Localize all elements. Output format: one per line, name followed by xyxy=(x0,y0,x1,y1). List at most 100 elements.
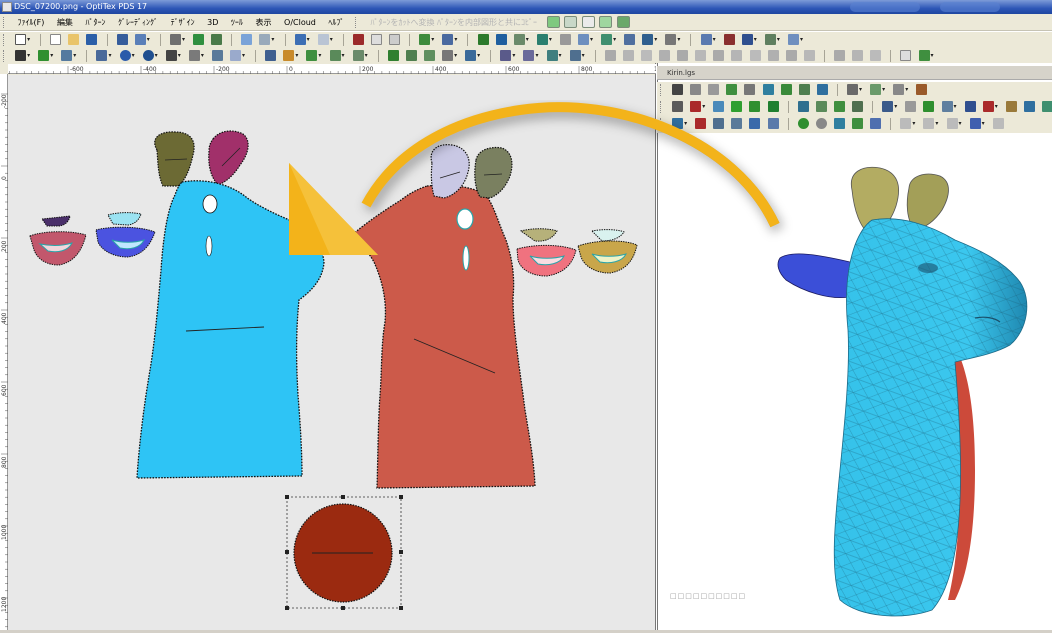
chevron-down-icon[interactable]: ▾ xyxy=(954,101,959,112)
seam-tool-icon[interactable] xyxy=(624,34,636,45)
menu-grip[interactable] xyxy=(3,17,6,28)
convert-pattern-icon[interactable] xyxy=(546,16,560,28)
button-icon[interactable] xyxy=(306,50,318,61)
selection-handle[interactable] xyxy=(341,606,345,610)
selection-handle[interactable] xyxy=(399,550,403,554)
align-icon[interactable] xyxy=(569,50,581,61)
down-arrow-icon[interactable] xyxy=(749,101,761,112)
zoom-fit-icon[interactable] xyxy=(259,34,271,45)
curve-tool-icon[interactable] xyxy=(495,34,507,45)
3d-viewport[interactable] xyxy=(658,133,1052,630)
toolbar-grip[interactable] xyxy=(3,34,6,46)
menu-pattern[interactable]: ﾊﾟﾀｰﾝ xyxy=(80,14,110,30)
chevron-down-icon[interactable]: ▾ xyxy=(477,50,482,61)
chevron-down-icon[interactable]: ▾ xyxy=(108,50,113,61)
toolbar-grip[interactable] xyxy=(660,101,663,113)
grid-k-icon[interactable] xyxy=(785,50,797,61)
menu-tools[interactable]: ﾂｰﾙ xyxy=(226,14,248,30)
stitch-icon[interactable] xyxy=(780,84,792,95)
selection-handle[interactable] xyxy=(399,606,403,610)
disabled-c-icon[interactable] xyxy=(946,118,958,129)
chevron-down-icon[interactable]: ▾ xyxy=(654,34,659,45)
refresh-icon[interactable] xyxy=(387,50,399,61)
grid-n-icon[interactable] xyxy=(852,50,864,61)
gravity-icon[interactable] xyxy=(852,118,864,129)
grid-i-icon[interactable] xyxy=(749,50,761,61)
export-3d-model-icon[interactable] xyxy=(916,84,928,95)
chevron-down-icon[interactable]: ▾ xyxy=(342,50,347,61)
grid-g-icon[interactable] xyxy=(713,50,725,61)
toolbar-grip[interactable] xyxy=(660,84,663,96)
save-icon[interactable] xyxy=(86,34,98,45)
text-icon[interactable] xyxy=(165,50,177,61)
measure-3d-icon[interactable] xyxy=(870,84,882,95)
stop-icon[interactable] xyxy=(690,101,702,112)
left-cyan-small-piece[interactable] xyxy=(107,212,142,226)
material-icon[interactable] xyxy=(852,101,864,112)
chevron-down-icon[interactable]: ▾ xyxy=(677,34,682,45)
line-3d-icon[interactable] xyxy=(672,84,684,95)
notch-tool-icon[interactable] xyxy=(601,34,613,45)
grid-h-icon[interactable] xyxy=(731,50,743,61)
grid-c-icon[interactable] xyxy=(641,50,652,61)
grid-icon[interactable] xyxy=(1041,101,1052,112)
tab-icon[interactable] xyxy=(500,50,512,61)
print-icon[interactable] xyxy=(169,34,181,45)
line-tool-icon[interactable] xyxy=(477,34,489,45)
chevron-down-icon[interactable]: ▾ xyxy=(613,34,618,45)
avatar-icon[interactable] xyxy=(816,84,828,95)
chevron-down-icon[interactable]: ▾ xyxy=(50,50,55,61)
target-icon[interactable] xyxy=(142,50,154,61)
layers-icon[interactable] xyxy=(941,101,953,112)
point-tool-icon[interactable] xyxy=(15,50,27,61)
chevron-down-icon[interactable]: ▾ xyxy=(549,34,554,45)
grid-b-icon[interactable] xyxy=(622,50,634,61)
green-ball-icon[interactable] xyxy=(797,118,809,129)
chevron-down-icon[interactable]: ▾ xyxy=(512,50,517,61)
wave-icon[interactable] xyxy=(230,50,242,61)
gear-icon[interactable] xyxy=(546,50,558,61)
chevron-down-icon[interactable]: ▾ xyxy=(995,101,1000,112)
copy-icon[interactable] xyxy=(370,34,382,45)
layer-3d-icon[interactable] xyxy=(870,118,882,129)
chevron-down-icon[interactable]: ▾ xyxy=(454,50,459,61)
curve-point-icon[interactable] xyxy=(96,50,108,61)
scissors-icon[interactable] xyxy=(188,50,200,61)
selection-handle[interactable] xyxy=(341,495,345,499)
grid-f-icon[interactable] xyxy=(695,50,707,61)
table-icon[interactable] xyxy=(1023,101,1035,112)
list-3d-icon[interactable] xyxy=(708,84,720,95)
texture-icon[interactable] xyxy=(833,101,845,112)
right-olive-small-piece[interactable] xyxy=(519,228,558,242)
fold-icon[interactable] xyxy=(465,50,477,61)
chevron-down-icon[interactable]: ▾ xyxy=(365,50,370,61)
gray-ball-icon[interactable] xyxy=(815,118,827,129)
chevron-down-icon[interactable]: ▾ xyxy=(27,50,32,61)
selection-handle[interactable] xyxy=(285,495,289,499)
pencil-icon[interactable] xyxy=(847,84,859,95)
circle-tool-icon[interactable] xyxy=(665,34,677,45)
menu-design[interactable]: ﾃﾞｻﾞｲﾝ xyxy=(166,14,200,30)
chevron-down-icon[interactable]: ▾ xyxy=(307,34,312,45)
rotate-3d-icon[interactable] xyxy=(882,101,894,112)
chevron-down-icon[interactable]: ▾ xyxy=(271,34,276,45)
shape-icon[interactable] xyxy=(211,50,223,61)
selection-handle[interactable] xyxy=(285,550,289,554)
chevron-down-icon[interactable]: ▾ xyxy=(73,50,78,61)
left-magenta-ear-piece[interactable] xyxy=(208,130,249,186)
sew-icon[interactable] xyxy=(616,16,630,28)
play-icon[interactable] xyxy=(767,101,779,112)
chevron-down-icon[interactable]: ▾ xyxy=(454,34,459,45)
chevron-down-icon[interactable]: ▾ xyxy=(754,34,759,45)
grid-l-icon[interactable] xyxy=(803,50,815,61)
menu-file[interactable]: ﾌｧｲﾙ(F) xyxy=(13,14,50,30)
measure-icon[interactable] xyxy=(116,34,128,45)
chevron-down-icon[interactable]: ▾ xyxy=(27,34,32,45)
chevron-down-icon[interactable]: ▾ xyxy=(318,50,323,61)
wind-icon[interactable] xyxy=(833,118,845,129)
menu-view[interactable]: 表示 xyxy=(250,14,276,30)
corner-icon[interactable] xyxy=(423,50,435,61)
chevron-down-icon[interactable]: ▾ xyxy=(431,34,436,45)
circle-point-icon[interactable] xyxy=(119,50,131,61)
table-3d-icon[interactable] xyxy=(690,84,702,95)
